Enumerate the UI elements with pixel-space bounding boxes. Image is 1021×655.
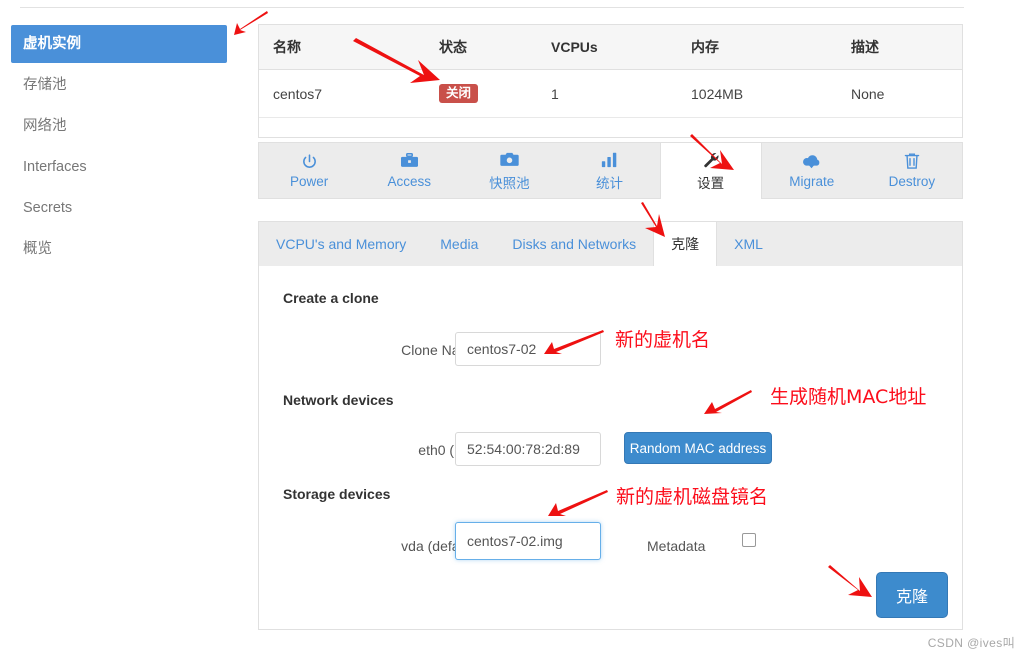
header-description: 描述 bbox=[837, 25, 962, 70]
annotation-arrow-clone-tab bbox=[641, 202, 665, 237]
tab-label: XML bbox=[734, 236, 763, 252]
sidebar-item-storage-pool[interactable]: 存储池 bbox=[11, 66, 227, 104]
toolbar-item-label: Power bbox=[289, 174, 329, 189]
toolbar-item-label: Destroy bbox=[888, 174, 936, 189]
trash-icon bbox=[904, 152, 920, 171]
annotation-text-clone-name: 新的虚机名 bbox=[615, 329, 711, 351]
sidebar-item-label: 存储池 bbox=[23, 77, 67, 93]
toolbar-item-label: 快照池 bbox=[489, 175, 530, 191]
sidebar-item-overview[interactable]: 概览 bbox=[11, 230, 227, 268]
tab-vcpus-memory[interactable]: VCPU's and Memory bbox=[259, 222, 423, 266]
sidebar-item-label: 概览 bbox=[23, 241, 52, 257]
sidebar: 虚机实例 存储池 网络池 Interfaces Secrets 概览 bbox=[11, 25, 227, 268]
toolbar-item-destroy[interactable]: Destroy bbox=[862, 143, 962, 198]
toolbar-item-snapshot[interactable]: 快照池 bbox=[459, 143, 559, 198]
sidebar-item-instances[interactable]: 虚机实例 bbox=[11, 25, 227, 63]
bar-chart-icon bbox=[601, 150, 618, 169]
storage-devices-heading: Storage devices bbox=[283, 486, 391, 502]
csdn-watermark: CSDN @ives叫 bbox=[927, 636, 1015, 650]
annotation-arrow-random-mac bbox=[704, 390, 752, 414]
tab-xml[interactable]: XML bbox=[717, 222, 780, 266]
annotation-arrow-sidebar bbox=[234, 11, 268, 35]
cell-vcpus: 1 bbox=[551, 85, 559, 102]
sidebar-item-label: Interfaces bbox=[23, 159, 87, 175]
toolbar-item-label: Access bbox=[387, 174, 431, 189]
power-icon bbox=[301, 152, 318, 171]
tab-label: 克隆 bbox=[671, 236, 700, 252]
metadata-label: Metadata bbox=[647, 538, 706, 554]
cloud-upload-icon bbox=[802, 152, 821, 171]
tab-media[interactable]: Media bbox=[423, 222, 495, 266]
annotation-arrow-vda-image bbox=[548, 490, 608, 516]
tab-disks-networks[interactable]: Disks and Networks bbox=[495, 222, 653, 266]
annotation-text-random-mac: 生成随机MAC地址 bbox=[770, 386, 927, 408]
table-footer bbox=[259, 117, 962, 137]
random-mac-button[interactable]: Random MAC address bbox=[624, 432, 772, 464]
toolbar-item-access[interactable]: Access bbox=[359, 143, 459, 198]
vda-image-input[interactable] bbox=[455, 522, 601, 560]
cell-description: None bbox=[851, 85, 885, 102]
sidebar-item-network-pool[interactable]: 网络池 bbox=[11, 107, 227, 145]
top-divider bbox=[20, 7, 964, 8]
tab-label: Disks and Networks bbox=[512, 236, 637, 252]
toolbar-item-migrate[interactable]: Migrate bbox=[762, 143, 862, 198]
sidebar-item-interfaces[interactable]: Interfaces bbox=[11, 148, 227, 186]
toolbar-item-power[interactable]: Power bbox=[259, 143, 359, 198]
sidebar-item-secrets[interactable]: Secrets bbox=[11, 189, 227, 227]
annotation-arrow-settings-tab bbox=[690, 134, 734, 170]
header-memory: 内存 bbox=[677, 25, 837, 70]
clone-submit-button[interactable]: 克隆 bbox=[876, 572, 948, 618]
briefcase-icon bbox=[400, 152, 419, 171]
annotation-arrow-clone-name bbox=[544, 330, 604, 354]
metadata-checkbox[interactable] bbox=[742, 533, 756, 547]
create-clone-heading: Create a clone bbox=[283, 290, 379, 306]
tab-label: VCPU's and Memory bbox=[276, 236, 407, 252]
cell-memory: 1024MB bbox=[691, 85, 744, 102]
annotation-arrow-clone-button bbox=[828, 565, 872, 597]
toolbar-item-label: Migrate bbox=[789, 174, 835, 189]
network-devices-heading: Network devices bbox=[283, 392, 394, 408]
vm-action-toolbar: Power Access 快照池 统计 设置 Migrate Destroy bbox=[258, 142, 963, 199]
camera-icon bbox=[500, 150, 519, 169]
sidebar-item-label: 虚机实例 bbox=[23, 36, 81, 52]
toolbar-item-stats[interactable]: 统计 bbox=[559, 143, 659, 198]
annotation-arrow-status bbox=[353, 38, 440, 83]
sidebar-item-label: 网络池 bbox=[23, 118, 67, 134]
header-vcpus: VCPUs bbox=[537, 25, 677, 70]
toolbar-item-label: 设置 bbox=[697, 176, 725, 191]
sidebar-item-label: Secrets bbox=[23, 200, 73, 216]
annotation-text-vda-image: 新的虚机磁盘镜名 bbox=[616, 486, 769, 508]
eth0-mac-input[interactable] bbox=[455, 432, 601, 466]
app-screenshot: 虚机实例 存储池 网络池 Interfaces Secrets 概览 名称 状态 bbox=[0, 0, 1021, 655]
tab-label: Media bbox=[440, 236, 479, 252]
settings-subtabs: VCPU's and Memory Media Disks and Networ… bbox=[258, 221, 963, 266]
toolbar-item-label: 统计 bbox=[595, 175, 623, 191]
